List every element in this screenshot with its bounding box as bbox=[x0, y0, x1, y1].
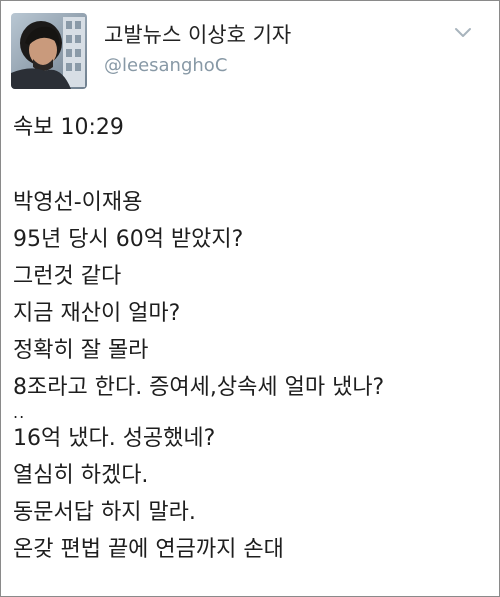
tweet-line: 온갖 편법 끝에 연금까지 손대 bbox=[13, 537, 284, 562]
author-names: 고발뉴스 이상호 기자 @leesanghoC bbox=[104, 21, 291, 78]
display-name[interactable]: 고발뉴스 이상호 기자 bbox=[104, 21, 291, 49]
tweet-text: 속보 10:29 박영선-이재용 95년 당시 60억 받았지? 그런것 같다 … bbox=[13, 109, 489, 568]
tweet-line: 16억 냈다. 성공했네? bbox=[13, 426, 216, 451]
tweet-line: 정확히 잘 몰라 bbox=[13, 338, 149, 363]
tweet-line: 지금 재산이 얼마? bbox=[13, 301, 181, 326]
chevron-down-icon[interactable] bbox=[453, 25, 473, 39]
tweet-line: 그런것 같다 bbox=[13, 264, 122, 289]
tweet-line: .. bbox=[13, 403, 26, 422]
tweet-line: 동문서답 하지 말라. bbox=[13, 500, 196, 525]
profile-photo bbox=[11, 13, 87, 89]
tweet-line: 95년 당시 60억 받았지? bbox=[13, 227, 244, 252]
tweet-header: 고발뉴스 이상호 기자 @leesanghoC bbox=[11, 13, 489, 91]
tweet-line: 박영선-이재용 bbox=[13, 190, 143, 215]
tweet-line: 속보 10:29 bbox=[13, 115, 124, 140]
avatar[interactable] bbox=[11, 13, 87, 89]
user-handle[interactable]: @leesanghoC bbox=[104, 54, 291, 78]
tweet-line: 8조라고 한다. 증여세,상속세 얼마 냈나? bbox=[13, 375, 385, 400]
tweet-card: 고발뉴스 이상호 기자 @leesanghoC 속보 10:29 박영선-이재용… bbox=[0, 0, 500, 597]
tweet-line: 열심히 하겠다. bbox=[13, 463, 149, 488]
